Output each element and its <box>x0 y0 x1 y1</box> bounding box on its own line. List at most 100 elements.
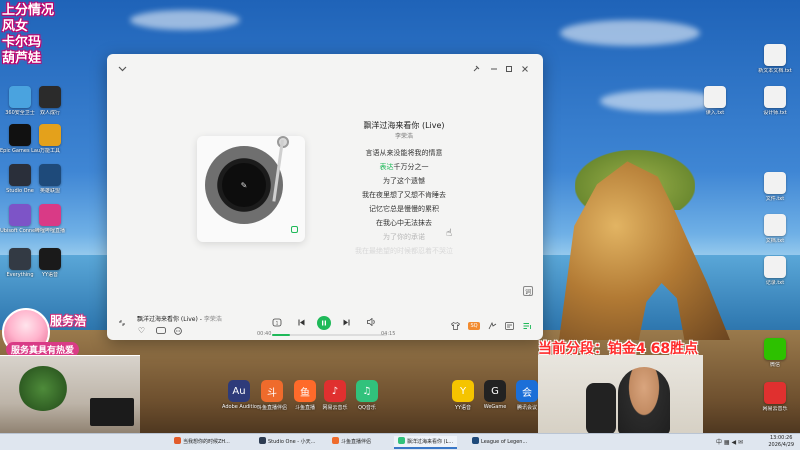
song-artist[interactable]: 李荣浩 <box>339 131 469 140</box>
collapse-chevron-icon[interactable] <box>115 62 129 76</box>
dock-app-icon: G <box>484 380 506 402</box>
dock-app-icon: 会 <box>516 380 538 402</box>
desktop-file-icon[interactable]: 设计师.txt <box>755 86 795 116</box>
streamer-service-badge: 服务浩 服务真具有热爱 <box>0 306 140 358</box>
lyrics-panel[interactable]: 言语从来没能将我的情意 表达千万分之一 为了这个遗憾 我在夜里想了又想不肯睡去 … <box>334 146 474 258</box>
taskbar-item[interactable]: 斗鱼直播伴侣 <box>328 436 375 449</box>
app-icon <box>9 86 31 108</box>
dock-app[interactable]: 斗斗鱼直播伴侣 <box>255 380 289 411</box>
album-cover-turntable: ✎ <box>197 136 305 242</box>
repeat-one-icon[interactable]: 1 <box>272 317 282 327</box>
vinyl-record: ✎ <box>205 146 283 224</box>
lyric-line: 记忆它总是慢慢的累积 <box>369 205 439 213</box>
qr-icon[interactable] <box>291 226 298 233</box>
dock-app-label: 斗鱼直播伴侣 <box>256 405 287 411</box>
now-playing-song: 飘洋过海来看你 (Live) <box>137 316 198 323</box>
more-icon[interactable] <box>173 326 182 335</box>
desktop-icon[interactable]: 哔哩哔哩直播 <box>30 204 70 234</box>
svg-text:1: 1 <box>276 320 279 325</box>
monitor <box>90 398 134 426</box>
taskbar-item[interactable]: League of Legen... <box>468 436 531 449</box>
desktop-icon-label: 英雄联盟 <box>39 188 60 194</box>
previous-track-icon[interactable] <box>297 318 305 326</box>
playlist-icon[interactable] <box>523 321 532 330</box>
file-icon <box>764 214 786 236</box>
desktop-icon[interactable]: YY语音 <box>30 248 70 278</box>
close-button[interactable] <box>518 62 532 76</box>
dock-app[interactable]: 鱼斗鱼直播 <box>288 380 322 411</box>
pin-icon[interactable] <box>469 62 483 76</box>
overlay-title-line: 卡尔玛 <box>2 35 42 50</box>
clock[interactable]: 13:00:26 2026/4/29 <box>768 435 794 449</box>
dock-app-icon: 斗 <box>261 380 283 402</box>
desktop-icon-label: 记录.txt <box>765 280 785 286</box>
dock-app-icon: ♫ <box>356 380 378 402</box>
dock-app[interactable]: ♪ 网易云音乐 <box>318 380 352 411</box>
desktop-icon-label: 设计师.txt <box>763 110 787 116</box>
lyric-line: 我在最绝望的时候都忍着不哭泣 <box>355 247 453 255</box>
overlay-title-line: 葫芦娃 <box>2 51 42 66</box>
comment-icon[interactable] <box>155 326 167 335</box>
dock-app[interactable]: Y YY语音 <box>446 380 480 411</box>
file-icon <box>764 338 786 360</box>
lyric-line: 为了这个遗憾 <box>383 177 425 185</box>
file-icon <box>764 44 786 66</box>
album-label-art: ✎ <box>222 163 266 207</box>
file-icon <box>764 382 786 404</box>
desktop-icon-label: 双人成行 <box>39 110 60 116</box>
desktop-icon-label: 文件.txt <box>765 196 785 202</box>
cloud <box>130 10 240 30</box>
taskbar-item-label: 斗鱼直播伴侣 <box>341 439 372 445</box>
lyric-line-current: 表达千万分之一 <box>334 160 474 174</box>
desktop-file-icon[interactable]: 记录.txt <box>755 256 795 286</box>
desktop-file-icon[interactable]: 微信 <box>755 338 795 368</box>
lyric-line: 在我心中无法抹去 <box>376 219 432 227</box>
desktop-file-icon[interactable]: 文档.txt <box>755 214 795 244</box>
volume-icon[interactable] <box>366 317 376 327</box>
taskbar-app-icon <box>332 437 339 444</box>
next-track-icon[interactable] <box>342 318 350 326</box>
progress-slider[interactable] <box>272 334 387 336</box>
app-icon <box>9 164 31 186</box>
pause-button[interactable] <box>317 316 331 330</box>
taskbar-item[interactable]: Studio One - 小天... <box>255 436 319 449</box>
progress-fill <box>272 334 291 336</box>
dock-app-label: 斗鱼直播 <box>294 405 315 411</box>
file-icon <box>764 172 786 194</box>
desktop-icon-label: YY语音 <box>41 272 59 278</box>
app-icon <box>9 204 31 226</box>
dock-app[interactable]: ♫ QQ音乐 <box>350 380 384 411</box>
lyrics-toggle-icon[interactable]: 词 <box>523 286 533 296</box>
dock-app[interactable]: G WeGame <box>478 380 512 410</box>
overlay-title: 上分情况 风女 卡尔玛 葫芦娃 <box>2 3 54 67</box>
sound-effect-icon[interactable] <box>488 321 497 330</box>
desktop-icon[interactable]: 万能工具 <box>30 124 70 154</box>
sea-arch-rock <box>559 161 730 340</box>
desktop-file-icon[interactable]: 文件.txt <box>755 172 795 202</box>
service-title: 服务浩 <box>50 314 87 328</box>
minimize-button[interactable] <box>487 62 501 76</box>
now-playing-artist: 李荣浩 <box>203 316 222 323</box>
maximize-button[interactable] <box>502 62 516 76</box>
desktop-file-icon[interactable]: 网易云音乐 <box>755 382 795 412</box>
desktop-icon[interactable]: 双人成行 <box>30 86 70 116</box>
taskbar-item-label: 当我想你的时候ZH... <box>183 439 230 445</box>
now-playing-title[interactable]: 飘洋过海来看你 (Live) - 李荣浩 <box>137 314 222 323</box>
desktop-file-icon[interactable]: 新文本文档.txt <box>755 44 795 74</box>
desktop-file-icon[interactable]: 读入.txt <box>695 86 735 116</box>
cloud <box>560 20 700 46</box>
lyric-line: 我在夜里想了又想不肯睡去 <box>362 191 446 199</box>
desktop-icon[interactable]: 英雄联盟 <box>30 164 70 194</box>
system-tray[interactable]: 中 ▦ ◀ ✉ <box>716 437 743 446</box>
lyrics-icon[interactable] <box>505 321 514 330</box>
dock-app[interactable]: Au Adobe Audition <box>222 380 261 410</box>
app-icon <box>39 204 61 226</box>
dock-app-label: Adobe Audition <box>222 404 261 410</box>
overlay-title-line: 上分情况 <box>2 3 55 18</box>
music-player-window[interactable]: ✎ 飘洋过海来看你 (Live) 李荣浩 言语从来没能将我的情意 表达千万分之一… <box>107 54 543 340</box>
sound-quality-badge[interactable]: SQ <box>468 322 480 330</box>
taskbar-item[interactable]: 飘洋过海来看你 (L... <box>394 436 458 449</box>
taskbar-item[interactable]: 当我想你的时候ZH... <box>170 436 234 449</box>
shirt-icon[interactable] <box>451 321 460 330</box>
lyric-line: 言语从来没能将我的情意 <box>365 149 443 157</box>
